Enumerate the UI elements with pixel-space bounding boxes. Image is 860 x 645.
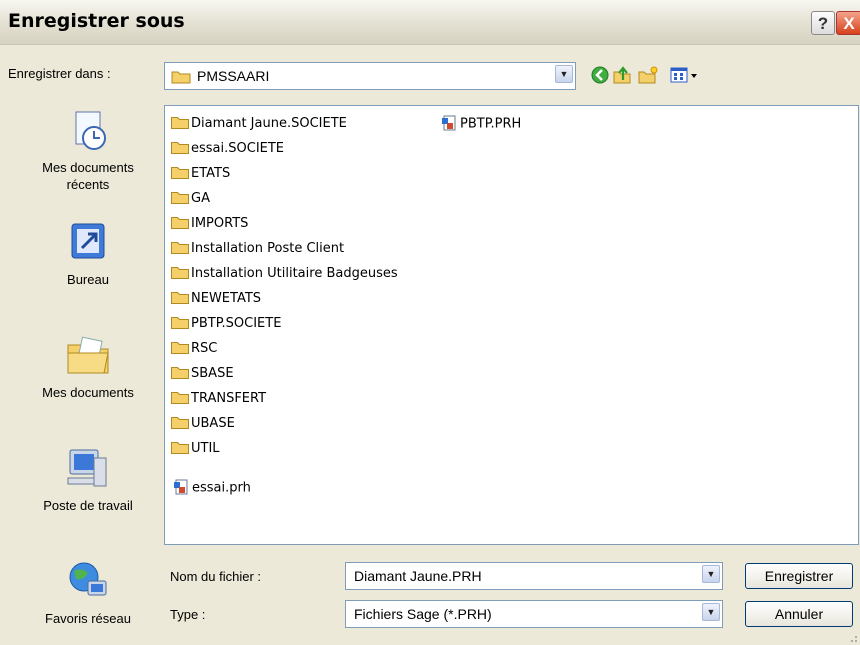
file-list[interactable]: Diamant Jaune.SOCIETE essai.SOCIETE ETAT… — [164, 105, 859, 545]
save-in-value: PMSSAARI — [197, 68, 270, 84]
list-item[interactable]: TRANSFERT — [171, 391, 266, 409]
list-item[interactable]: SBASE — [171, 366, 234, 384]
close-button[interactable]: X — [836, 11, 860, 35]
resize-grip-icon[interactable] — [848, 633, 858, 643]
place-label: Mes documents — [42, 385, 134, 400]
prh-file-icon — [174, 479, 188, 495]
place-label: Poste de travail — [43, 498, 133, 513]
folder-icon — [171, 317, 189, 329]
back-icon[interactable] — [590, 65, 610, 85]
list-item[interactable]: IMPORTS — [171, 216, 248, 234]
filetype-label: Type : — [170, 607, 206, 622]
network-places-icon — [69, 562, 107, 596]
filetype-combobox[interactable]: Fichiers Sage (*.PRH) ▼ — [345, 600, 723, 628]
place-my-documents[interactable]: Mes documents — [20, 331, 156, 401]
list-item[interactable]: UBASE — [171, 416, 235, 434]
place-label: Bureau — [67, 272, 109, 287]
place-label: Mes documents récents — [42, 160, 134, 192]
folder-icon — [171, 217, 189, 229]
list-item[interactable]: essai.prh — [173, 479, 251, 498]
list-item[interactable]: PBTP.SOCIETE — [171, 316, 281, 334]
chevron-down-icon[interactable]: ▼ — [702, 603, 720, 621]
save-in-combobox[interactable]: PMSSAARI ▼ — [164, 62, 576, 90]
title-bar[interactable]: Enregistrer sous ? X — [0, 0, 860, 45]
save-in-label: Enregistrer dans : — [8, 66, 111, 81]
save-as-dialog: Enregistrer sous ? X Enregistrer dans : … — [0, 0, 860, 645]
filetype-value: Fichiers Sage (*.PRH) — [354, 606, 492, 622]
help-button[interactable]: ? — [811, 11, 835, 35]
folder-icon — [171, 417, 189, 429]
folder-icon — [171, 71, 191, 84]
place-my-computer[interactable]: Poste de travail — [20, 444, 156, 514]
place-desktop[interactable]: Bureau — [20, 218, 156, 288]
filename-value: Diamant Jaune.PRH — [354, 568, 482, 584]
list-item[interactable]: Installation Poste Client — [171, 241, 344, 259]
folder-icon — [171, 117, 189, 129]
folder-icon — [171, 342, 189, 354]
recent-documents-icon — [75, 111, 106, 150]
list-item[interactable]: PBTP.PRH — [441, 115, 521, 134]
folder-icon — [171, 142, 189, 154]
folder-icon — [171, 367, 189, 379]
desktop-icon — [71, 223, 105, 259]
my-computer-icon — [67, 449, 107, 487]
filename-combobox[interactable]: Diamant Jaune.PRH ▼ — [345, 562, 723, 590]
list-item[interactable]: ETATS — [171, 166, 230, 184]
up-folder-icon[interactable] — [612, 65, 632, 85]
places-bar: Mes documents récents Bureau Mes documen… — [20, 106, 156, 630]
list-item[interactable]: NEWETATS — [171, 291, 261, 309]
list-item[interactable]: UTIL — [171, 441, 220, 459]
folder-icon — [171, 392, 189, 404]
folder-icon — [171, 292, 189, 304]
place-label: Favoris réseau — [45, 611, 131, 626]
chevron-down-icon[interactable]: ▼ — [702, 565, 720, 583]
filename-label: Nom du fichier : — [170, 569, 262, 584]
prh-file-icon — [442, 115, 456, 131]
place-recent-documents[interactable]: Mes documents récents — [20, 106, 156, 193]
list-item[interactable]: RSC — [171, 341, 217, 359]
list-item[interactable]: Installation Utilitaire Badgeuses — [171, 266, 398, 284]
folder-icon — [171, 167, 189, 179]
my-documents-icon — [67, 336, 109, 374]
new-folder-icon[interactable] — [638, 65, 658, 85]
folder-icon — [171, 267, 189, 279]
place-network[interactable]: Favoris réseau — [20, 557, 156, 627]
folder-icon — [171, 242, 189, 254]
cancel-button[interactable]: Annuler — [745, 601, 853, 627]
window-title: Enregistrer sous — [8, 10, 185, 32]
list-item[interactable]: GA — [171, 191, 210, 209]
view-menu-icon[interactable] — [670, 65, 700, 85]
folder-icon — [171, 442, 189, 454]
list-item[interactable]: essai.SOCIETE — [171, 141, 284, 159]
list-item[interactable]: Diamant Jaune.SOCIETE — [171, 116, 347, 134]
folder-icon — [171, 192, 189, 204]
save-button[interactable]: Enregistrer — [745, 563, 853, 589]
chevron-down-icon[interactable]: ▼ — [555, 65, 573, 83]
